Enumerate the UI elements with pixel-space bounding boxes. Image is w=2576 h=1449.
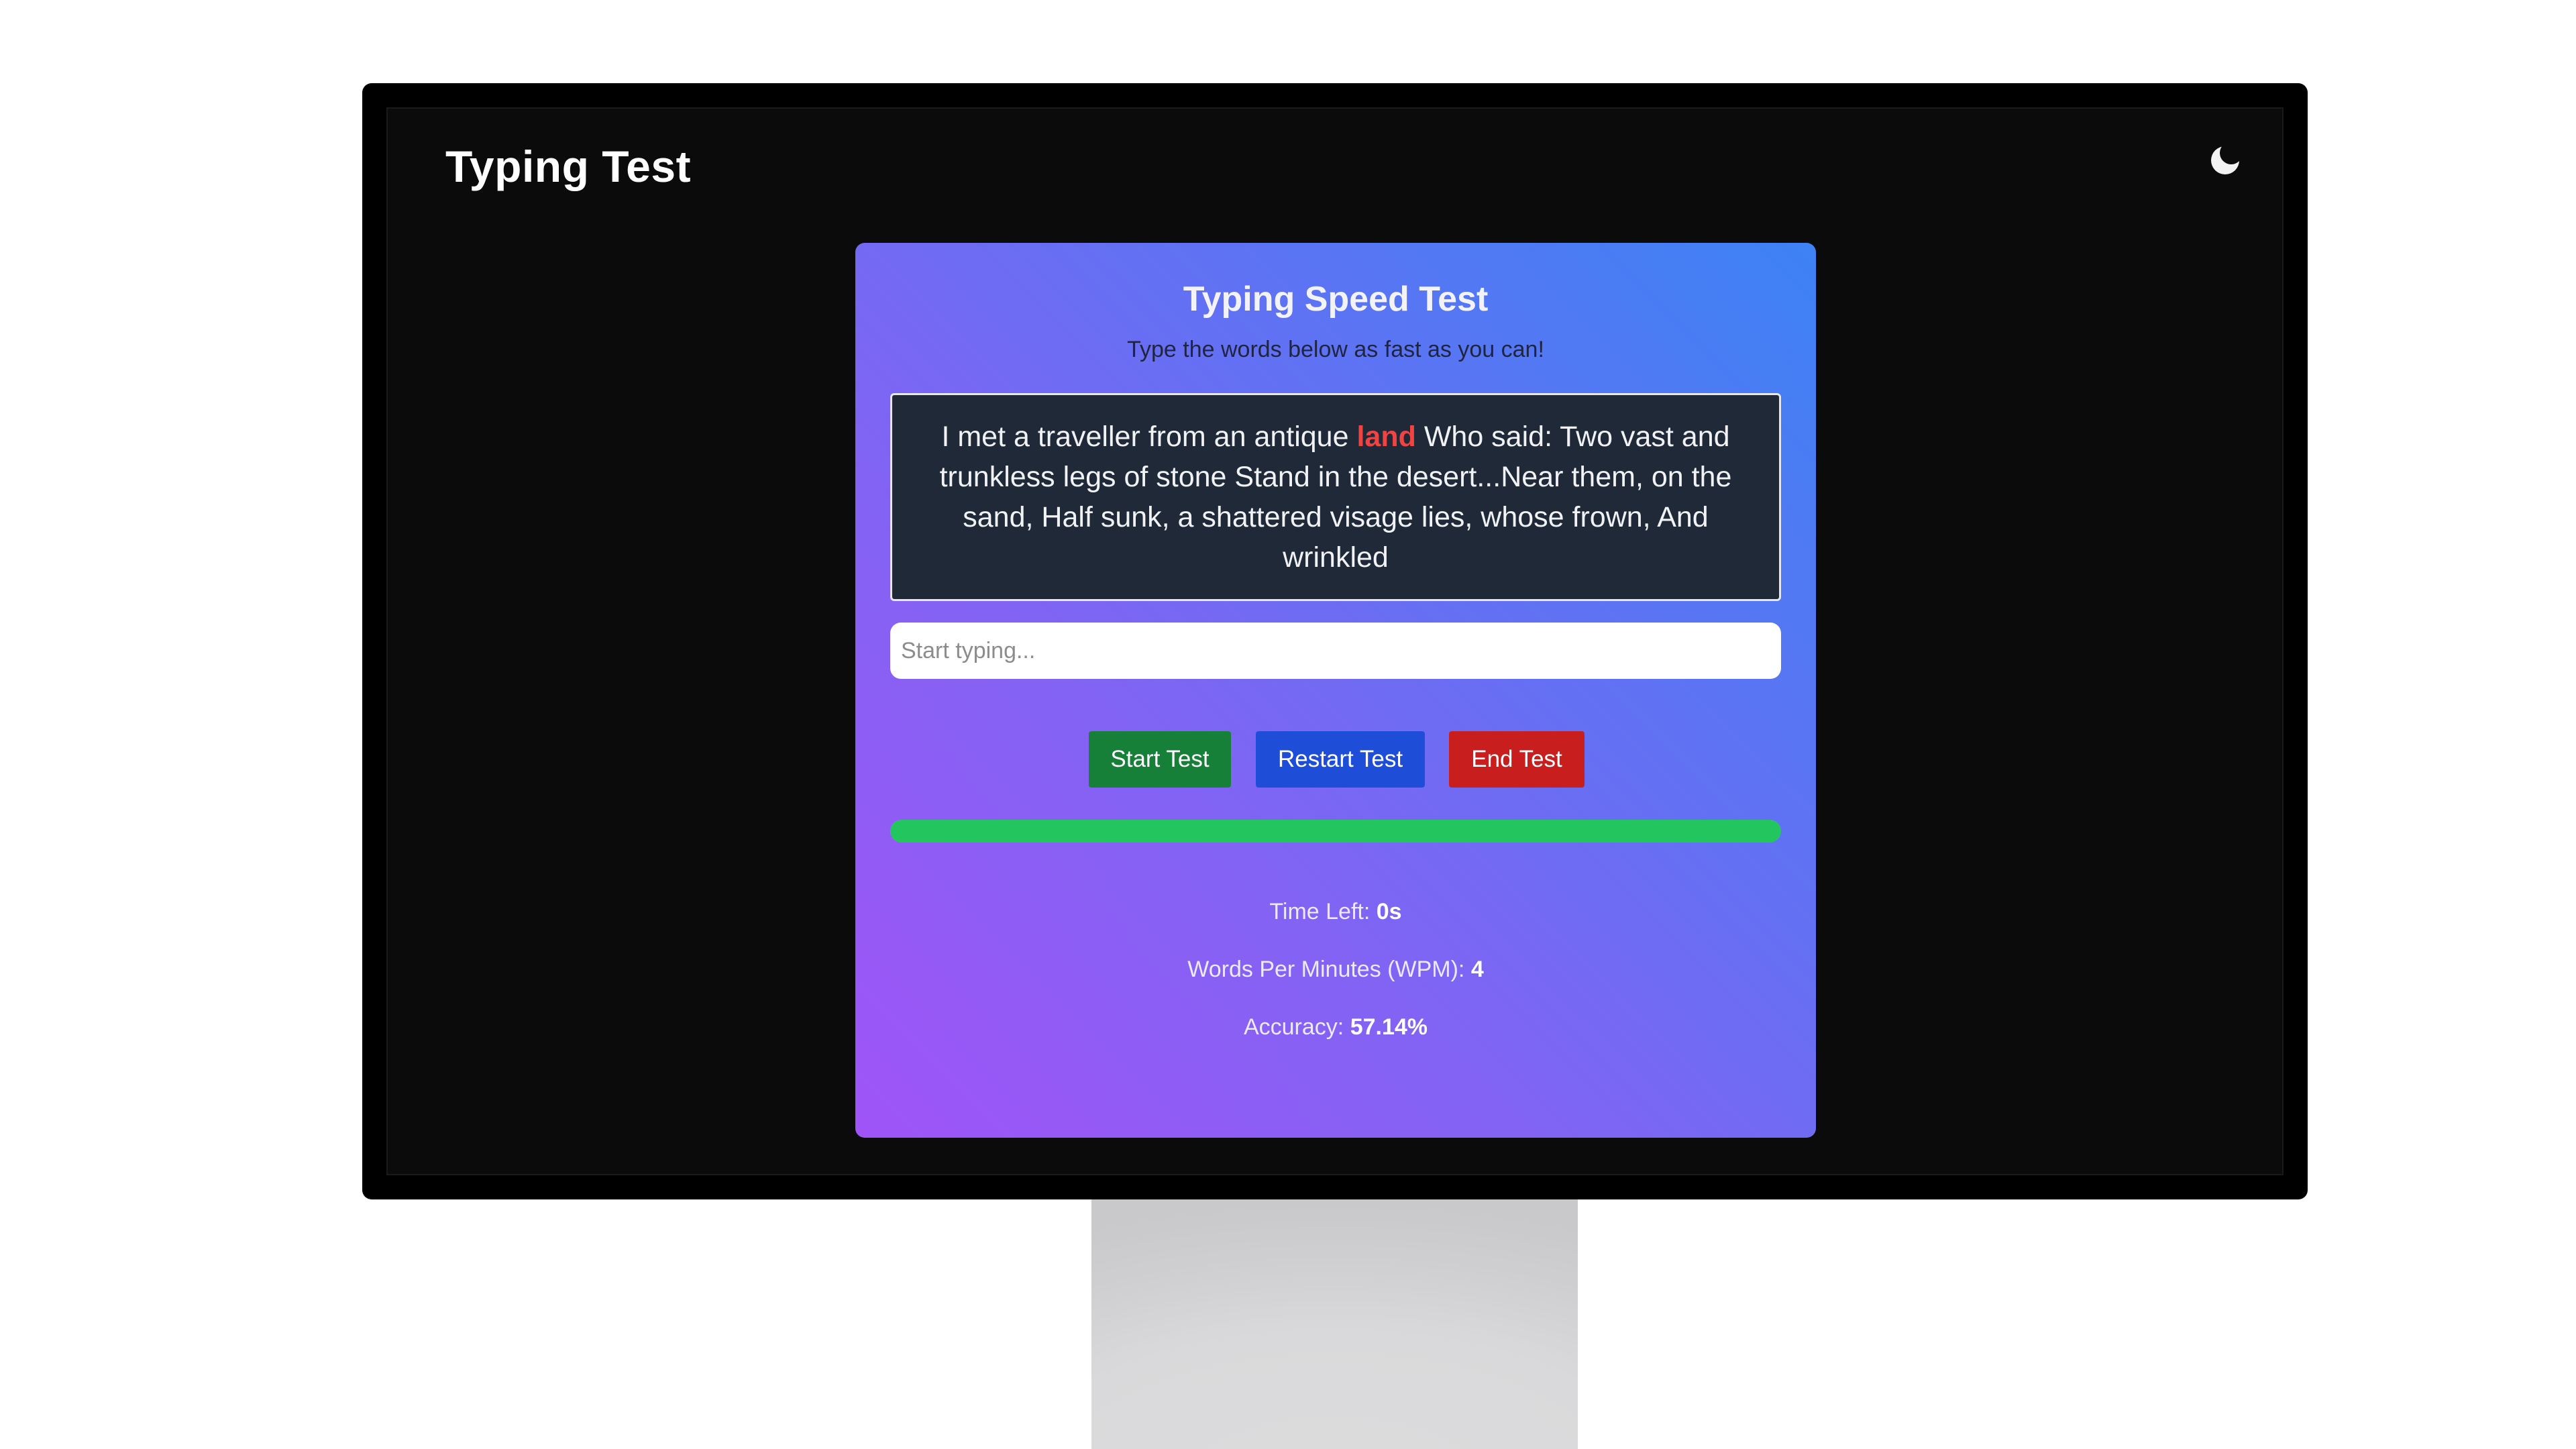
passage-text: I met a traveller from an antique land W… <box>932 417 1739 578</box>
monitor-stand <box>1091 1199 1578 1449</box>
accuracy-label: Accuracy: <box>1243 1014 1344 1040</box>
moon-icon-graphic <box>2211 146 2239 174</box>
progress-bar-fill <box>890 820 1781 843</box>
card-title: Typing Speed Test <box>1183 280 1489 319</box>
moon-icon[interactable] <box>2207 142 2243 178</box>
card-subtitle: Type the words below as fast as you can! <box>1127 337 1544 362</box>
start-test-button[interactable]: Start Test <box>1089 731 1231 788</box>
wpm-stat: Words Per Minutes (WPM): 4 <box>855 957 1816 983</box>
screen: Typing Test Typing Speed Test Type the w… <box>386 107 2284 1175</box>
app-title: Typing Test <box>445 142 692 191</box>
passage-box: I met a traveller from an antique land W… <box>890 393 1781 601</box>
wpm-value: 4 <box>1470 957 1484 982</box>
accuracy-stat: Accuracy: 57.14% <box>855 1014 1816 1040</box>
progress-bar <box>890 820 1781 843</box>
time-left-value: 0s <box>1376 899 1402 924</box>
accuracy-value: 57.14% <box>1350 1014 1428 1040</box>
current-word-highlight: land <box>1356 421 1416 453</box>
monitor-frame: Typing Test Typing Speed Test Type the w… <box>362 83 2308 1199</box>
typing-test-card: Typing Speed Test Type the words below a… <box>855 243 1816 1138</box>
passage-before: I met a traveller from an antique <box>941 421 1357 453</box>
desktop-stage: Typing Test Typing Speed Test Type the w… <box>0 0 2576 1449</box>
time-left-label: Time Left: <box>1269 899 1371 924</box>
end-test-button[interactable]: End Test <box>1449 731 1585 788</box>
restart-test-button[interactable]: Restart Test <box>1256 731 1425 788</box>
wpm-label: Words Per Minutes (WPM): <box>1187 957 1465 982</box>
typing-input[interactable] <box>890 623 1781 679</box>
time-left-stat: Time Left: 0s <box>855 899 1816 925</box>
